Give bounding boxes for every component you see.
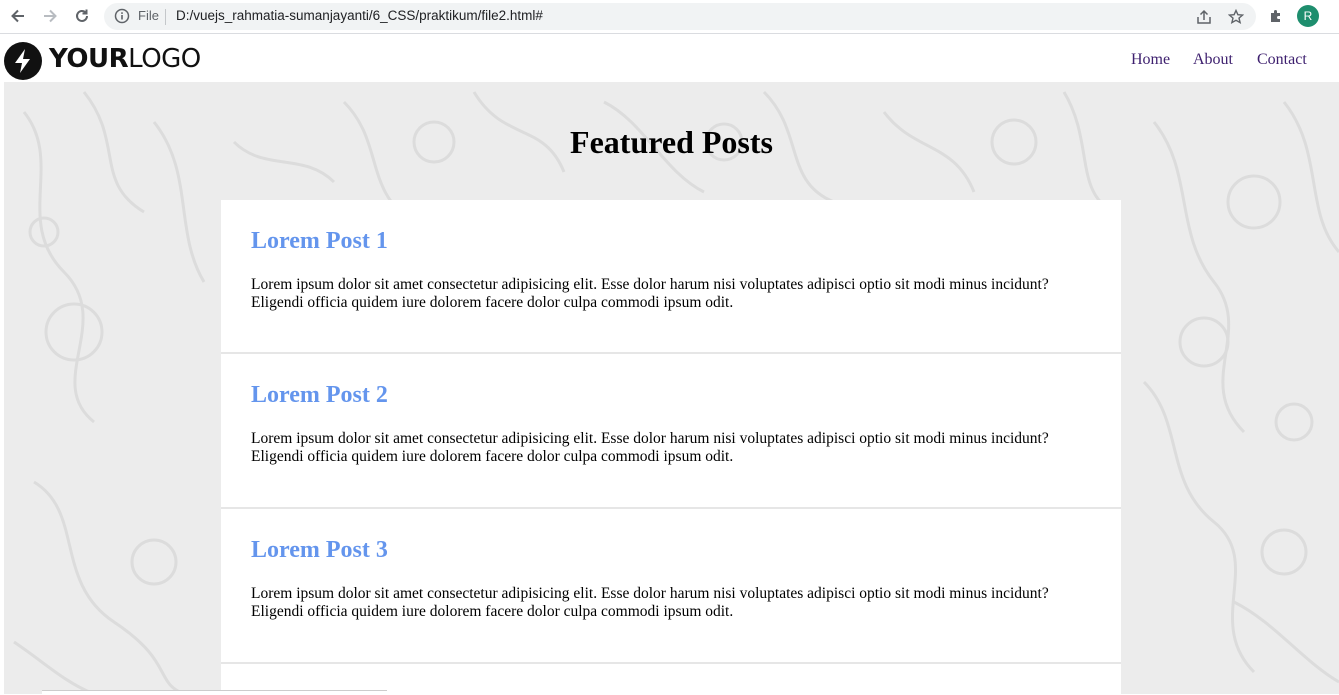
post-body: Lorem ipsum dolor sit amet consectetur a… (251, 430, 1049, 465)
post-body: Lorem ipsum dolor sit amet consectetur a… (251, 585, 1049, 620)
post-card: Lorem Post 1 Lorem ipsum dolor sit amet … (221, 200, 1121, 354)
logo-bold-text: YOUR (49, 44, 129, 74)
url-text[interactable]: D:/vuejs_rahmatia-sumanjayanti/6_CSS/pra… (176, 8, 543, 23)
post-card: Lorem Post 2 Lorem ipsum dolor sit amet … (221, 354, 1121, 509)
url-scheme-label: File (138, 8, 159, 23)
extensions-icon[interactable] (1263, 4, 1289, 28)
address-bar[interactable]: File D:/vuejs_rahmatia-sumanjayanti/6_CS… (104, 3, 1256, 30)
post-title: Lorem Post 1 (251, 228, 388, 254)
logo-light-text: LOGO (128, 44, 201, 74)
profile-avatar[interactable]: R (1297, 5, 1319, 27)
star-icon[interactable] (1225, 7, 1247, 27)
divider (165, 9, 166, 25)
lightning-logo-icon[interactable] (4, 42, 42, 80)
reload-icon[interactable] (69, 4, 95, 28)
share-icon[interactable] (1193, 7, 1215, 27)
nav-link-about[interactable]: About (1193, 51, 1233, 69)
forward-arrow-icon[interactable] (37, 4, 63, 28)
post-card: Lorem Post 3 Lorem ipsum dolor sit amet … (221, 509, 1121, 664)
main-content: Featured Posts Lorem Post 1 Lorem ipsum … (4, 82, 1339, 694)
site-logo[interactable]: YOURLOGO (49, 44, 201, 74)
site-header: YOURLOGO Home About Contact (0, 34, 1339, 82)
browser-toolbar: File D:/vuejs_rahmatia-sumanjayanti/6_CS… (0, 0, 1339, 34)
post-body: Lorem ipsum dolor sit amet consectetur a… (251, 276, 1049, 311)
back-arrow-icon[interactable] (5, 4, 31, 28)
nav-link-contact[interactable]: Contact (1257, 51, 1307, 69)
info-icon[interactable] (114, 8, 130, 29)
post-title: Lorem Post 3 (251, 537, 388, 563)
status-bar (42, 690, 387, 695)
post-title: Lorem Post 2 (251, 382, 388, 408)
nav-link-home[interactable]: Home (1131, 51, 1170, 69)
page-title: Featured Posts (570, 124, 773, 160)
